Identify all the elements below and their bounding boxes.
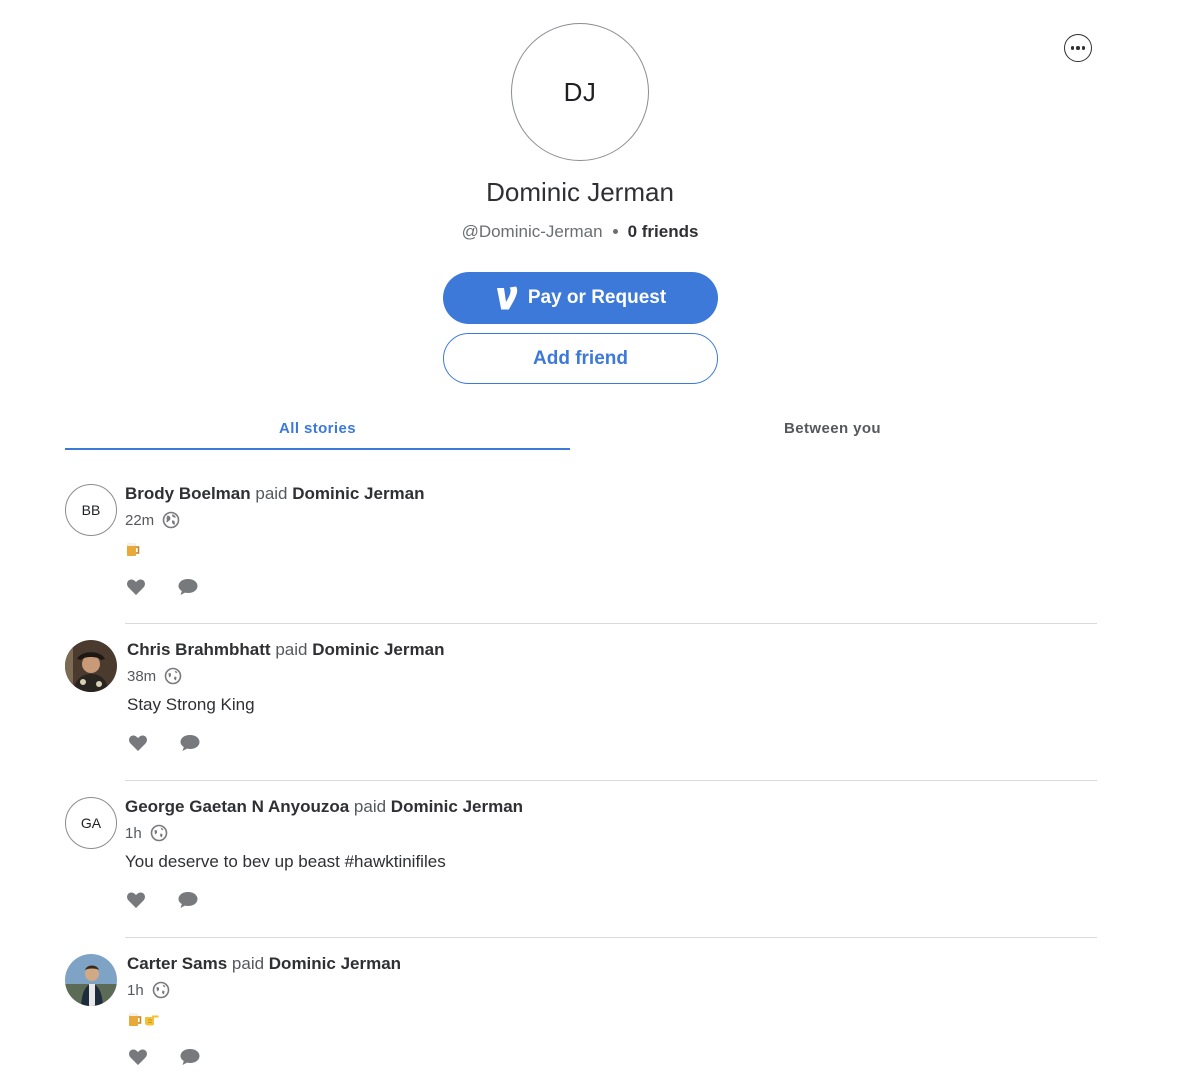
- like-heart-icon[interactable]: [125, 889, 147, 911]
- story-actions: [127, 732, 1097, 754]
- public-globe-icon: [150, 824, 167, 842]
- public-globe-icon: [152, 981, 169, 999]
- story-item: GA George Gaetan N Anyouzoa paid Dominic…: [65, 797, 1097, 917]
- pay-or-request-button[interactable]: Pay or Request: [443, 272, 718, 324]
- comment-bubble-icon[interactable]: [179, 732, 201, 754]
- payer-avatar[interactable]: GA: [65, 797, 117, 849]
- story-time: 1h: [127, 981, 144, 999]
- payer-name[interactable]: George Gaetan N Anyouzoa: [125, 797, 349, 816]
- more-dot-icon: [1076, 46, 1080, 50]
- payee-name[interactable]: Dominic Jerman: [292, 484, 424, 503]
- payer-name[interactable]: Chris Brahmbhatt: [127, 640, 271, 659]
- story-note: You deserve to bev up beast #hawktinifil…: [125, 852, 446, 871]
- story-note: Stay Strong King: [127, 695, 255, 714]
- story-actions: [127, 1046, 1097, 1068]
- story-verb: paid: [231, 954, 265, 973]
- payee-name[interactable]: Dominic Jerman: [391, 797, 523, 816]
- payer-name[interactable]: Carter Sams: [127, 954, 227, 973]
- story-meta: 22m: [125, 511, 1097, 529]
- payer-avatar-photo[interactable]: [65, 954, 117, 1006]
- payer-avatar-photo[interactable]: [65, 640, 117, 692]
- story-verb: paid: [353, 797, 387, 816]
- story-item: BB Brody Boelman paid Dominic Jerman 22m: [65, 484, 1097, 604]
- profile-name: Dominic Jerman: [486, 177, 674, 207]
- public-globe-icon: [164, 667, 182, 685]
- story-divider: [125, 623, 1097, 624]
- story-verb: paid: [255, 484, 288, 503]
- story-note: [125, 538, 1097, 560]
- story-item: Carter Sams paid Dominic Jerman 1h: [65, 954, 1097, 1079]
- pay-or-request-label: Pay or Request: [527, 287, 667, 308]
- like-heart-icon[interactable]: [127, 1046, 149, 1068]
- story-meta: 38m: [127, 667, 1097, 685]
- story-meta: 1h: [127, 981, 1097, 999]
- beer-mug-icon: [127, 543, 140, 556]
- story-time: 38m: [127, 667, 157, 685]
- story-note: [127, 1008, 1097, 1030]
- tab-all-stories[interactable]: All stories: [65, 420, 570, 450]
- comment-bubble-icon[interactable]: [177, 576, 199, 598]
- story-headline: Chris Brahmbhatt paid Dominic Jerman: [127, 640, 1097, 660]
- tab-between-you[interactable]: Between you: [580, 420, 1085, 450]
- story-headline: George Gaetan N Anyouzoa paid Dominic Je…: [125, 797, 1097, 817]
- add-friend-button[interactable]: Add friend: [443, 333, 718, 384]
- story-item: Chris Brahmbhatt paid Dominic Jerman 38m…: [65, 640, 1097, 760]
- payee-name[interactable]: Dominic Jerman: [269, 954, 401, 973]
- comment-bubble-icon[interactable]: [179, 1046, 201, 1068]
- story-headline: Brody Boelman paid Dominic Jerman: [125, 484, 1097, 504]
- like-heart-icon[interactable]: [125, 576, 147, 598]
- public-globe-icon: [162, 511, 180, 529]
- friends-count: 0 friends: [627, 222, 699, 241]
- profile-meta: @Dominic-Jerman 0 friends: [0, 222, 1160, 242]
- payer-avatar[interactable]: BB: [65, 484, 117, 536]
- story-verb: paid: [275, 640, 308, 659]
- story-time: 22m: [125, 511, 155, 529]
- payee-name[interactable]: Dominic Jerman: [312, 640, 444, 659]
- more-dot-icon: [1081, 46, 1086, 50]
- profile-username: @Dominic-Jerman: [461, 222, 603, 241]
- more-options-button[interactable]: [1064, 34, 1092, 62]
- like-heart-icon[interactable]: [127, 732, 149, 754]
- story-divider: [125, 780, 1097, 781]
- comment-bubble-icon[interactable]: [177, 889, 199, 911]
- beer-mug-icon: [129, 1013, 142, 1026]
- pointing-hand-icon: [145, 1015, 159, 1026]
- story-actions: [125, 576, 1097, 598]
- story-divider: [125, 937, 1097, 938]
- story-time: 1h: [125, 824, 142, 842]
- profile-avatar: DJ: [511, 23, 649, 161]
- payer-name[interactable]: Brody Boelman: [125, 484, 251, 503]
- venmo-logo-icon: [496, 286, 518, 310]
- story-meta: 1h: [125, 824, 1097, 842]
- more-dot-icon: [1070, 46, 1075, 50]
- separator-dot: [612, 228, 618, 234]
- story-headline: Carter Sams paid Dominic Jerman: [127, 954, 1097, 974]
- story-actions: [125, 889, 1097, 911]
